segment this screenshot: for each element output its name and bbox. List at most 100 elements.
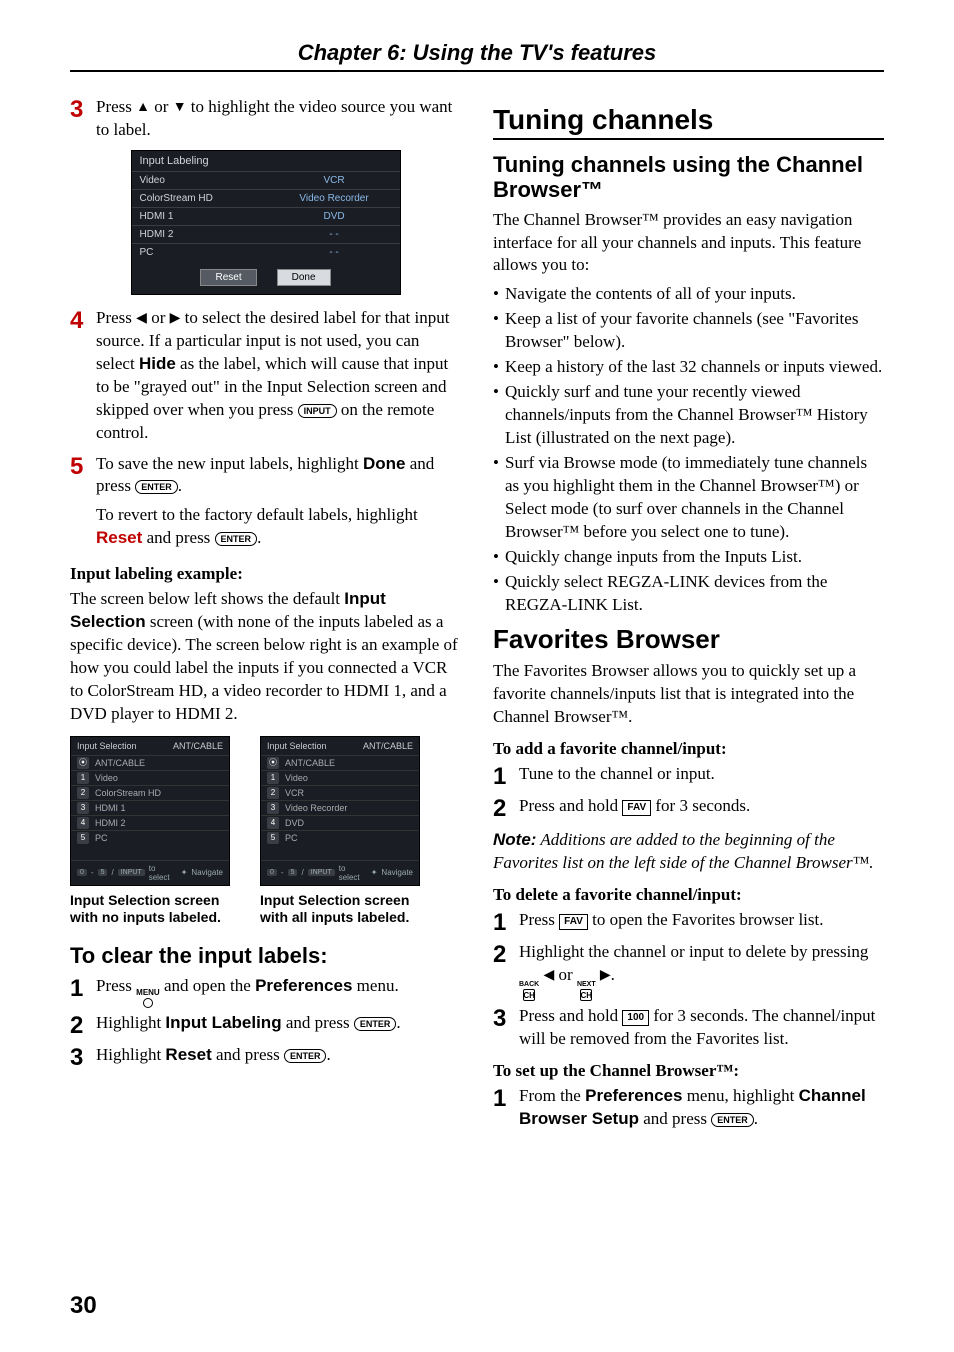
back-ch-button-icon: BACKCH: [519, 981, 539, 1001]
add-favorite-heading: To add a favorite channel/input:: [493, 739, 884, 759]
favorites-browser-heading: Favorites Browser: [493, 625, 884, 655]
list-item: Navigate the contents of all of your inp…: [493, 283, 884, 306]
preferences-label: Preferences: [255, 976, 352, 995]
enter-button-icon: ENTER: [135, 480, 178, 494]
add-step-1: 1 Tune to the channel or input.: [493, 763, 884, 791]
osd-header: Input SelectionANT/CABLE: [261, 737, 419, 755]
input-labeling-label: Input Labeling: [165, 1013, 281, 1032]
step-text: Highlight Input Labeling and press ENTER…: [96, 1012, 461, 1040]
reset-button[interactable]: Reset: [200, 269, 256, 286]
reset-label: Reset: [96, 528, 142, 547]
note-label: Note:: [493, 830, 536, 849]
step-text: Press MENU and open the Preferences menu…: [96, 975, 461, 1008]
osd-row: ⦿ANT/CABLE: [261, 755, 419, 770]
step-text: To save the new input labels, highlight …: [96, 453, 461, 499]
clear-step-3: 3 Highlight Reset and press ENTER.: [70, 1044, 461, 1072]
osd-row: 4DVD: [261, 815, 419, 830]
done-button[interactable]: Done: [277, 269, 331, 286]
list-item: Quickly change inputs from the Inputs Li…: [493, 546, 884, 569]
step-text: Press ◀ or ▶ to select the desired label…: [96, 307, 461, 445]
osd-rows: ⦿ANT/CABLE 1Video 2VCR 3Video Recorder 4…: [261, 755, 419, 860]
hundred-button-icon: 100: [622, 1010, 649, 1026]
step-number: 2: [70, 1012, 96, 1040]
step-4: 4 Press ◀ or ▶ to select the desired lab…: [70, 307, 461, 445]
osd-row: ColorStream HDVideo Recorder: [132, 189, 400, 207]
page-number: 30: [70, 1292, 97, 1320]
osd-row: 3Video Recorder: [261, 800, 419, 815]
note-text: Note: Additions are added to the beginni…: [493, 829, 884, 875]
osd-row: 5PC: [71, 830, 229, 845]
clear-step-1: 1 Press MENU and open the Preferences me…: [70, 975, 461, 1008]
menu-button-icon: MENU: [136, 989, 160, 1008]
revert-text: To revert to the factory default labels,…: [96, 504, 461, 550]
chapter-header: Chapter 6: Using the TV's features: [70, 40, 884, 72]
step-text: Highlight Reset and press ENTER.: [96, 1044, 461, 1072]
enter-button-icon: ENTER: [284, 1049, 327, 1063]
list-item: Quickly surf and tune your recently view…: [493, 381, 884, 450]
left-arrow-icon: ◀: [543, 968, 554, 983]
del-step-2: 2 Highlight the channel or input to dele…: [493, 941, 884, 1001]
step-text: Tune to the channel or input.: [519, 763, 884, 791]
step-number: 3: [70, 1044, 96, 1072]
list-item: Quickly select REGZA-LINK devices from t…: [493, 571, 884, 617]
setup-browser-heading: To set up the Channel Browser™:: [493, 1061, 884, 1081]
osd-footer: 0-5 / INPUT to select ✦ Navigate: [71, 860, 229, 885]
step-text: Press ▲ or ▼ to highlight the video sour…: [96, 96, 461, 142]
list-item: Keep a list of your favorite channels (s…: [493, 308, 884, 354]
osd-footer: 0-5 / INPUT to select ✦ Navigate: [261, 860, 419, 885]
delete-favorite-heading: To delete a favorite channel/input:: [493, 885, 884, 905]
up-arrow-icon: ▲: [136, 100, 150, 115]
osd-row: VideoVCR: [132, 171, 400, 189]
feature-list: Navigate the contents of all of your inp…: [493, 283, 884, 616]
step-number: 1: [70, 975, 96, 1008]
enter-button-icon: ENTER: [711, 1113, 754, 1127]
osd-captions: Input Selection screen with no inputs la…: [70, 892, 461, 926]
osd-row: 3HDMI 1: [71, 800, 229, 815]
add-step-2: 2 Press and hold FAV for 3 seconds.: [493, 795, 884, 823]
osd-rows: ⦿ANT/CABLE 1Video 2ColorStream HD 3HDMI …: [71, 755, 229, 860]
osd-header: Input SelectionANT/CABLE: [71, 737, 229, 755]
osd-row: 2ColorStream HD: [71, 785, 229, 800]
osd-row: HDMI 2- -: [132, 225, 400, 243]
osd-table: VideoVCR ColorStream HDVideo Recorder HD…: [132, 171, 400, 261]
osd-row: ⦿ANT/CABLE: [71, 755, 229, 770]
setup-step-1: 1 From the Preferences menu, highlight C…: [493, 1085, 884, 1131]
caption-left: Input Selection screen with no inputs la…: [70, 892, 230, 926]
fav-button-icon: FAV: [559, 914, 588, 930]
caption-right: Input Selection screen with all inputs l…: [260, 892, 420, 926]
osd-row: 1Video: [71, 770, 229, 785]
enter-button-icon: ENTER: [354, 1017, 397, 1031]
step-text: Press FAV to open the Favorites browser …: [519, 909, 884, 937]
enter-button-icon: ENTER: [215, 532, 258, 546]
left-column: 3 Press ▲ or ▼ to highlight the video so…: [70, 96, 461, 1135]
osd-button-row: Reset Done: [132, 261, 400, 294]
step-number: 3: [493, 1005, 519, 1051]
input-labeling-osd: Input Labeling VideoVCR ColorStream HDVi…: [131, 150, 401, 295]
example-paragraph: The screen below left shows the default …: [70, 588, 461, 726]
channel-browser-intro: The Channel Browser™ provides an easy na…: [493, 209, 884, 278]
down-arrow-icon: ▼: [173, 100, 187, 115]
osd-row: HDMI 1DVD: [132, 207, 400, 225]
clear-labels-heading: To clear the input labels:: [70, 943, 461, 968]
step-number: 5: [70, 453, 96, 499]
step-number: 1: [493, 909, 519, 937]
step-number: 1: [493, 1085, 519, 1131]
step-text: From the Preferences menu, highlight Cha…: [519, 1085, 884, 1131]
osd-row: 4HDMI 2: [71, 815, 229, 830]
two-column-layout: 3 Press ▲ or ▼ to highlight the video so…: [70, 96, 884, 1135]
osd-row: 5PC: [261, 830, 419, 845]
step-number: 1: [493, 763, 519, 791]
step-text: Press and hold 100 for 3 seconds. The ch…: [519, 1005, 884, 1051]
osd-row: 1Video: [261, 770, 419, 785]
next-ch-button-icon: NEXTCH: [577, 981, 596, 1001]
fav-button-icon: FAV: [622, 800, 651, 816]
clear-step-2: 2 Highlight Input Labeling and press ENT…: [70, 1012, 461, 1040]
example-heading: Input labeling example:: [70, 564, 461, 584]
del-step-1: 1 Press FAV to open the Favorites browse…: [493, 909, 884, 937]
step-number: 2: [493, 795, 519, 823]
favorites-intro: The Favorites Browser allows you to quic…: [493, 660, 884, 729]
step-number: 2: [493, 941, 519, 1001]
input-selection-osd-right: Input SelectionANT/CABLE ⦿ANT/CABLE 1Vid…: [260, 736, 420, 886]
step-text: Press and hold FAV for 3 seconds.: [519, 795, 884, 823]
right-arrow-icon: ▶: [170, 311, 181, 326]
